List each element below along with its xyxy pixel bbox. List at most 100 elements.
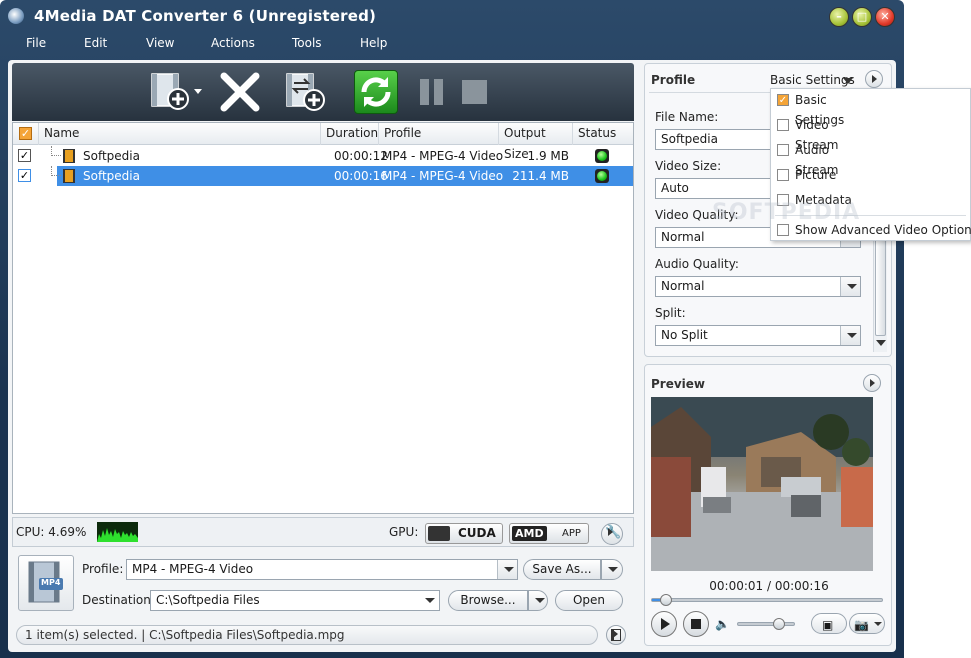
menu-help[interactable]: Help	[360, 36, 387, 50]
play-icon	[661, 618, 670, 630]
select-all-checkbox[interactable]: ✓	[19, 127, 32, 140]
browse-dropdown[interactable]	[528, 590, 548, 611]
file-list: ✓ Name Duration Profile Output Size Stat…	[12, 122, 634, 514]
tree-connector	[51, 146, 61, 156]
volume-icon[interactable]: 🔈	[715, 617, 730, 631]
video-frame	[651, 397, 873, 571]
settings-wrench-button[interactable]: 🔧	[601, 523, 623, 545]
camera-button[interactable]: 📷	[849, 613, 885, 634]
row-checkbox[interactable]: ✓	[18, 149, 31, 162]
chevron-down-icon[interactable]	[419, 591, 439, 610]
status-text: 1 item(s) selected. | C:\Softpedia Files…	[16, 625, 598, 645]
menu-file[interactable]: File	[26, 36, 46, 50]
row-profile: MP4 - MPEG-4 Video	[382, 149, 504, 163]
profile-select-value: MP4 - MPEG-4 Video	[132, 562, 254, 576]
chevron-down-icon[interactable]	[840, 326, 860, 345]
minimize-button[interactable]: –	[829, 7, 849, 27]
open-button[interactable]: Open	[555, 590, 623, 611]
chevron-down-icon[interactable]	[840, 277, 860, 296]
mp4-badge-text: MP4	[41, 578, 61, 587]
left-pane: ✓ Name Duration Profile Output Size Stat…	[12, 63, 634, 648]
audio-quality-select[interactable]: Normal	[655, 276, 861, 297]
video-quality-value: Normal	[661, 230, 705, 244]
list-icon	[611, 629, 621, 641]
client-area: ✓ Name Duration Profile Output Size Stat…	[8, 60, 896, 652]
convert-button[interactable]	[354, 70, 398, 114]
file-name-value: Softpedia	[661, 132, 718, 146]
destination-value: C:\Softpedia Files	[156, 593, 260, 607]
save-as-dropdown[interactable]	[601, 559, 623, 580]
table-row[interactable]: ✓ Softpedia 00:00:16 MP4 - MPEG-4 Video …	[13, 166, 633, 186]
profile-select[interactable]: MP4 - MPEG-4 Video	[126, 559, 518, 580]
stop-button[interactable]	[454, 71, 498, 113]
maximize-button[interactable]: □	[852, 7, 872, 27]
menu-actions[interactable]: Actions	[211, 36, 255, 50]
status-ready-icon	[595, 149, 609, 163]
profile-label: Profile:	[82, 562, 124, 576]
preview-time: 00:00:01 / 00:00:16	[709, 579, 829, 593]
chevron-down-icon	[529, 591, 547, 610]
chevron-down-icon	[602, 560, 622, 579]
select-all-header[interactable]: ✓	[13, 123, 39, 145]
menu-tools[interactable]: Tools	[292, 36, 322, 50]
snapshot-folder-button[interactable]: ▣	[811, 613, 847, 634]
convert-refresh-icon	[361, 77, 391, 107]
checkbox	[777, 144, 789, 156]
split-select[interactable]: No Split	[655, 325, 861, 346]
add-file-button[interactable]	[150, 71, 206, 113]
log-button[interactable]	[606, 625, 626, 645]
close-button[interactable]: ✕	[875, 7, 895, 27]
col-output-size[interactable]: Output Size	[499, 123, 573, 161]
row-duration: 00:00:16	[334, 169, 388, 183]
menu-view[interactable]: View	[146, 36, 174, 50]
stop-icon	[691, 619, 701, 629]
seek-handle[interactable]	[660, 594, 672, 606]
destination-select[interactable]: C:\Softpedia Files	[150, 590, 440, 611]
status-bar: 1 item(s) selected. | C:\Softpedia Files…	[12, 623, 634, 647]
film-icon	[63, 169, 75, 183]
chevron-down-icon	[874, 622, 882, 626]
app-logo-icon	[8, 8, 24, 24]
row-profile: MP4 - MPEG-4 Video	[382, 169, 504, 183]
play-button[interactable]	[651, 611, 677, 637]
title-bar[interactable]: 4Media DAT Converter 6 (Unregistered) – …	[0, 0, 904, 32]
profile-panel-expand-button[interactable]	[865, 70, 883, 88]
row-name: Softpedia	[83, 149, 140, 163]
remove-button[interactable]	[218, 71, 262, 113]
col-profile[interactable]: Profile	[379, 123, 499, 145]
chevron-down-icon[interactable]	[497, 560, 517, 579]
chevron-down-icon[interactable]	[843, 78, 853, 84]
cuda-button[interactable]: CUDA	[425, 523, 503, 544]
col-duration[interactable]: Duration	[321, 123, 379, 145]
preview-panel: Preview 00:00:01 / 00:00:16 🔈 ▣ 📷	[644, 364, 892, 646]
app-label: APP	[562, 528, 581, 539]
table-row[interactable]: ✓ Softpedia 00:00:12 MP4 - MPEG-4 Video …	[13, 146, 633, 166]
wrench-icon: 🔧	[605, 525, 622, 540]
toolbar	[12, 63, 634, 121]
seek-bar[interactable]	[651, 598, 883, 602]
scroll-down-icon[interactable]	[876, 340, 886, 346]
browse-button[interactable]: Browse...	[448, 590, 528, 611]
col-status[interactable]: Status	[573, 123, 633, 145]
video-size-value: Auto	[661, 181, 689, 195]
pause-button[interactable]	[410, 71, 454, 113]
volume-handle[interactable]	[773, 618, 785, 630]
col-name[interactable]: Name	[39, 123, 321, 145]
preview-expand-button[interactable]	[863, 374, 881, 392]
profile-format-icon[interactable]: MP4	[18, 555, 74, 611]
cpu-graph	[97, 522, 138, 542]
row-duration: 00:00:12	[334, 149, 388, 163]
scrollbar-thumb[interactable]	[875, 236, 886, 336]
audio-quality-value: Normal	[661, 279, 705, 293]
volume-slider[interactable]	[737, 622, 795, 626]
save-as-button[interactable]: Save As...	[523, 559, 601, 580]
stop-preview-button[interactable]	[683, 611, 709, 637]
amd-app-button[interactable]: AMD APP	[509, 523, 589, 544]
menu-edit[interactable]: Edit	[84, 36, 107, 50]
audio-quality-label: Audio Quality:	[655, 257, 739, 271]
file-name-label: File Name:	[655, 110, 719, 124]
row-size: 1.9 MB	[527, 149, 569, 163]
row-checkbox[interactable]: ✓	[18, 169, 31, 182]
add-segment-button[interactable]	[284, 71, 328, 113]
output-settings: MP4 Profile: MP4 - MPEG-4 Video Save As.…	[12, 551, 634, 617]
